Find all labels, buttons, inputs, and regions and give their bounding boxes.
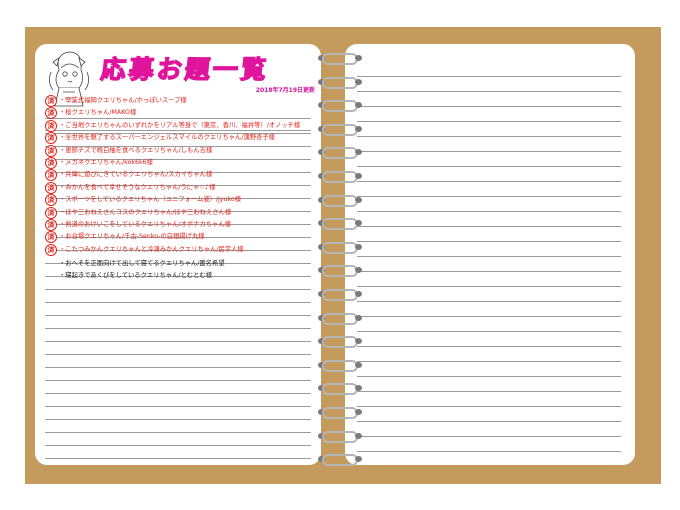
list-item-text: ・スポーツをしているクエリちゃん（ユニフォーム姿）/jyuko様	[59, 196, 242, 204]
binder-ring-icon	[318, 264, 362, 278]
list-item: ・おへそを正面向けて出して寝てるクエリちゃん/匿名希望	[45, 258, 315, 270]
list-item: ・寝起きであくびをしているクエリちゃん/とむとむ様	[45, 270, 315, 282]
list-item-text: ・ご当地クエリちゃんのいずれかをリアル等身で（東京、香川、福井等）/オノッチ様	[59, 121, 301, 129]
binder-ring-icon	[318, 217, 362, 231]
list-item: 済・ほや三おねえさんコスのクエリちゃん/ほや三おねえさん様	[45, 206, 315, 219]
list-item-text: ・みかんを食べて幸せそうなクエリちゃん/うにゃ☆♪様	[59, 183, 216, 191]
list-item: 済・全世界を魅了するスーパーエンジェルスマイルのクエリちゃん/蒲野杏子様	[45, 132, 315, 145]
spiral-binding	[318, 52, 366, 467]
binder-ring-icon	[318, 335, 362, 349]
binder-ring-icon	[318, 241, 362, 254]
right-page	[345, 44, 635, 465]
list-item: 済・剣道のおけいこをしているクエリちゃん/オボナカちゃん様	[45, 218, 315, 231]
binder-ring-icon	[318, 382, 362, 396]
list-item-text: ・剣道のおけいこをしているクエリちゃん/オボナカちゃん様	[59, 220, 231, 228]
list-item: 済・卒業式福岡クエリちゃん/ホっぽいスープ様	[45, 95, 315, 107]
done-stamp-icon: 済	[45, 119, 57, 132]
updated-date: 2018年7月19日更新	[255, 87, 315, 94]
left-page: 応募お題一覧 2018年7月19日更新 済・卒業式福岡クエリちゃん/ホっぽいスー…	[35, 44, 321, 465]
done-stamp-icon: 済	[45, 206, 57, 219]
binder-ring-icon	[318, 359, 362, 372]
list-item: 済・スポーツをしているクエリちゃん（ユニフォーム姿）/jyuko様	[45, 194, 315, 207]
done-stamp-icon: 済	[45, 144, 57, 157]
binder-ring-icon	[318, 288, 362, 301]
list-item-text: ・こたつみかんクエリちゃんと冷凍みかんクエリちゃん/民宇人様	[59, 245, 244, 253]
binder-ring-icon	[318, 406, 362, 419]
list-item-text: ・卒業式福岡クエリちゃん/ホっぽいスープ様	[59, 97, 187, 104]
done-stamp-icon: 済	[45, 218, 57, 231]
binder-ring-icon	[318, 194, 362, 207]
list-item: 済・こたつみかんクエリちゃんと冷凍みかんクエリちゃん/民宇人様	[45, 243, 315, 256]
list-item-text: ・お台場クエリちゃん/千古-Senko-の白銀揚げ丸様	[59, 233, 205, 241]
theme-list: 済・卒業式福岡クエリちゃん/ホっぽいスープ様済・桜クエリちゃん/MAKO様済・ご…	[45, 95, 315, 283]
binder-ring-icon	[318, 430, 362, 443]
binder-ring-icon	[318, 312, 362, 325]
done-stamp-icon: 済	[45, 169, 57, 182]
page-title: 応募お題一覧	[99, 54, 271, 84]
ruled-lines	[357, 62, 621, 465]
list-item-text: ・ほや三おねえさんコスのクエリちゃん/ほや三おねえさん様	[59, 208, 232, 216]
list-item-text: ・おへそを正面向けて出して寝てるクエリちゃん/匿名希望	[59, 260, 225, 268]
list-item: 済・恵節チズで晩白柚を食べるクエリちゃん/しもん吉様	[45, 144, 315, 157]
binder-ring-icon	[318, 453, 362, 467]
list-item: 済・桜クエリちゃん/MAKO様	[45, 107, 315, 120]
list-item-text: ・全世界を魅了するスーパーエンジェルスマイルのクエリちゃん/蒲野杏子様	[59, 134, 275, 142]
list-item-text: ・寝起きであくびをしているクエリちゃん/とむとむ様	[59, 272, 212, 280]
done-stamp-icon: 済	[45, 231, 57, 244]
list-item-text: ・桜クエリちゃん/MAKO様	[59, 109, 137, 117]
list-item: 済・みかんを食べて幸せそうなクエリちゃん/うにゃ☆♪様	[45, 181, 315, 194]
list-item-text: ・メガネクエリちゃん/kok6k6様	[59, 158, 153, 166]
done-stamp-icon: 済	[45, 156, 57, 169]
done-stamp-icon: 済	[45, 107, 57, 120]
binder-ring-icon	[318, 76, 362, 89]
list-item-text: ・兵庫に遊びにきているクエリちゃん/スカイちゃん様	[59, 171, 213, 179]
done-stamp-icon: 済	[45, 181, 57, 194]
binder-ring-icon	[318, 170, 362, 183]
binder-ring-icon	[318, 52, 362, 65]
binder-ring-icon	[318, 99, 362, 113]
list-item: 済・メガネクエリちゃん/kok6k6様	[45, 156, 315, 169]
list-item-text: ・恵節チズで晩白柚を食べるクエリちゃん/しもん吉様	[59, 146, 213, 154]
list-item: 済・兵庫に遊びにきているクエリちゃん/スカイちゃん様	[45, 169, 315, 182]
list-item: 済・お台場クエリちゃん/千古-Senko-の白銀揚げ丸様	[45, 231, 315, 244]
done-stamp-icon: 済	[45, 132, 57, 145]
done-stamp-icon: 済	[45, 243, 57, 256]
binder-ring-icon	[318, 146, 362, 160]
list-item: 済・ご当地クエリちゃんのいずれかをリアル等身で（東京、香川、福井等）/オノッチ様	[45, 119, 315, 132]
binder-ring-icon	[318, 123, 362, 136]
done-stamp-icon: 済	[45, 194, 57, 207]
done-stamp-icon: 済	[45, 95, 57, 107]
